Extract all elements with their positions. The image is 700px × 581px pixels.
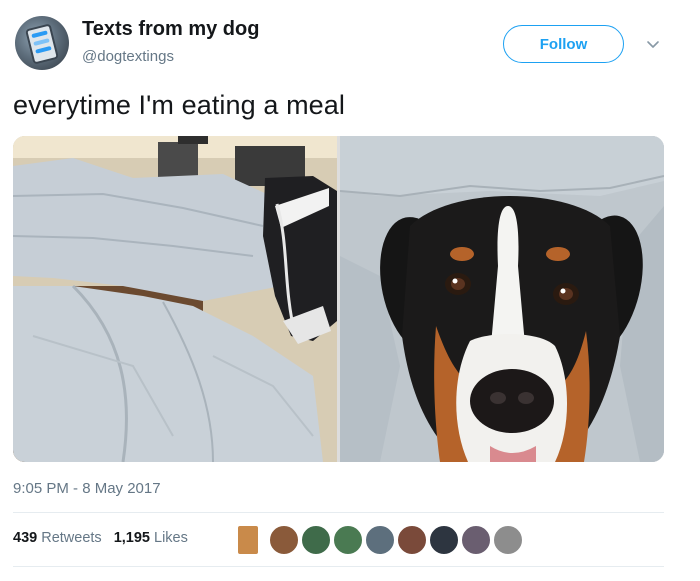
tweet-timestamp[interactable]: 9:05 PM - 8 May 2017 bbox=[13, 480, 161, 497]
profile-avatar[interactable] bbox=[15, 16, 69, 70]
liker-avatar[interactable] bbox=[333, 525, 363, 555]
divider-bottom bbox=[13, 566, 664, 567]
liker-avatar[interactable] bbox=[269, 525, 299, 555]
tweet-text: everytime I'm eating a meal bbox=[13, 90, 345, 120]
likes-count: 1,195 bbox=[113, 530, 150, 546]
retweets-stat[interactable]: 439 Retweets bbox=[13, 530, 102, 546]
liker-avatar[interactable] bbox=[301, 525, 331, 555]
likers-avatars bbox=[237, 524, 525, 556]
likes-stat[interactable]: 1,195 Likes bbox=[114, 530, 188, 546]
chevron-down-icon[interactable] bbox=[645, 36, 661, 52]
display-name[interactable]: Texts from my dog bbox=[82, 18, 259, 41]
likes-label: Likes bbox=[154, 530, 188, 546]
liker-avatar[interactable] bbox=[365, 525, 395, 555]
legs-photo-art bbox=[13, 136, 337, 462]
legs-on-lap-photo[interactable] bbox=[13, 136, 337, 462]
retweets-label: Retweets bbox=[41, 530, 102, 546]
divider-top bbox=[13, 512, 664, 513]
liker-avatar[interactable] bbox=[397, 525, 427, 555]
engagement-stats: 439 Retweets 1,195 Likes bbox=[13, 530, 188, 546]
dog-photo-art bbox=[340, 136, 664, 462]
follow-button[interactable]: Follow bbox=[503, 25, 624, 63]
user-handle[interactable]: @dogtextings bbox=[82, 48, 174, 65]
dog-face-photo[interactable] bbox=[340, 136, 664, 462]
liker-avatar[interactable] bbox=[237, 525, 259, 555]
liker-avatar[interactable] bbox=[493, 525, 523, 555]
liker-avatar[interactable] bbox=[461, 525, 491, 555]
dog-texting-avatar-icon bbox=[25, 23, 59, 65]
retweets-count: 439 bbox=[13, 530, 38, 546]
tweet-media[interactable] bbox=[13, 136, 664, 462]
liker-avatar[interactable] bbox=[429, 525, 459, 555]
